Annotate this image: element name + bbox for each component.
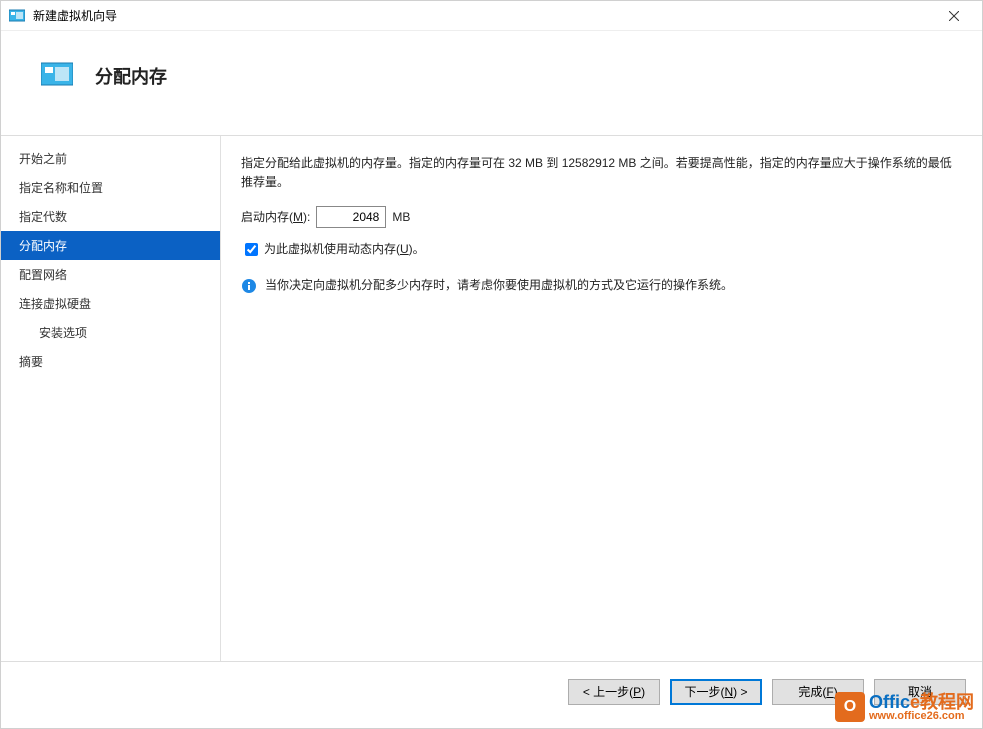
memory-unit: MB — [392, 208, 410, 227]
titlebar: 新建虚拟机向导 — [1, 1, 982, 31]
startup-memory-row: 启动内存(M): MB — [241, 206, 956, 228]
info-text: 当你决定向虚拟机分配多少内存时，请考虑你要使用虚拟机的方式及它运行的操作系统。 — [265, 276, 733, 295]
wizard-step[interactable]: 安装选项 — [1, 318, 220, 347]
startup-memory-label: 启动内存(M): — [241, 208, 310, 227]
window-title: 新建虚拟机向导 — [33, 7, 934, 24]
wizard-step[interactable]: 指定代数 — [1, 202, 220, 231]
wizard-step[interactable]: 连接虚拟硬盘 — [1, 289, 220, 318]
close-icon — [949, 11, 959, 21]
memory-description: 指定分配给此虚拟机的内存量。指定的内存量可在 32 MB 到 12582912 … — [241, 154, 956, 192]
wizard-step[interactable]: 开始之前 — [1, 144, 220, 173]
desc-text: 到 — [543, 156, 562, 170]
wizard-step[interactable]: 摘要 — [1, 347, 220, 376]
page-title: 分配内存 — [95, 59, 167, 89]
dynamic-memory-checkbox[interactable] — [245, 243, 258, 256]
dynamic-memory-label[interactable]: 为此虚拟机使用动态内存(U)。 — [264, 240, 425, 259]
wizard-step[interactable]: 指定名称和位置 — [1, 173, 220, 202]
dynamic-memory-row: 为此虚拟机使用动态内存(U)。 — [241, 240, 956, 259]
wizard-body: 开始之前指定名称和位置指定代数分配内存配置网络连接虚拟硬盘安装选项摘要 指定分配… — [1, 136, 982, 661]
watermark: O Office教程网 www.office26.com — [835, 692, 974, 722]
previous-button[interactable]: < 上一步(P) — [568, 679, 660, 705]
hyper-v-icon-large — [41, 59, 73, 91]
mem-max-value: 12582912 MB — [562, 156, 637, 170]
wizard-content: 指定分配给此虚拟机的内存量。指定的内存量可在 32 MB 到 12582912 … — [221, 136, 982, 661]
wizard-header: 分配内存 — [1, 31, 982, 136]
info-icon — [241, 278, 257, 294]
watermark-text: Office教程网 www.office26.com — [869, 693, 974, 722]
next-button[interactable]: 下一步(N) > — [670, 679, 762, 705]
desc-text: 指定分配给此虚拟机的内存量。指定的内存量可在 — [241, 156, 508, 170]
hyper-v-icon — [9, 8, 25, 24]
wizard-step[interactable]: 分配内存 — [1, 231, 220, 260]
wizard-steps-sidebar: 开始之前指定名称和位置指定代数分配内存配置网络连接虚拟硬盘安装选项摘要 — [1, 136, 221, 661]
watermark-icon: O — [835, 692, 865, 722]
wizard-step[interactable]: 配置网络 — [1, 260, 220, 289]
mem-min-value: 32 MB — [508, 156, 543, 170]
info-row: 当你决定向虚拟机分配多少内存时，请考虑你要使用虚拟机的方式及它运行的操作系统。 — [241, 276, 956, 295]
startup-memory-input[interactable] — [316, 206, 386, 228]
close-button[interactable] — [934, 2, 974, 30]
